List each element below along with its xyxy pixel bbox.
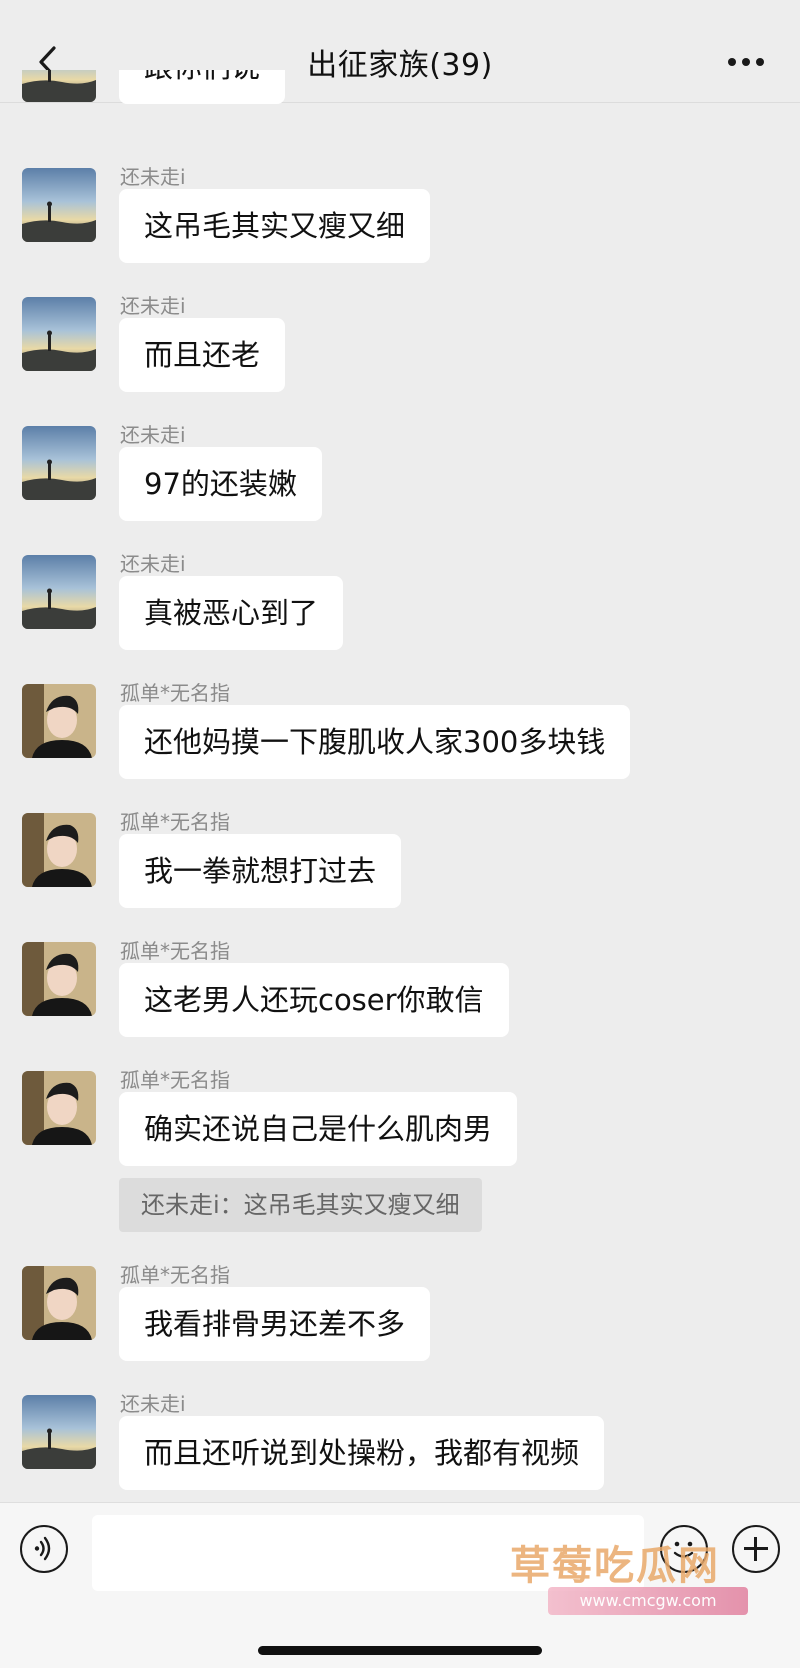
message-bubble[interactable]: 真被恶心到了 [119,576,344,650]
plus-icon[interactable] [732,1525,780,1573]
person-avatar[interactable] [22,684,96,758]
landscape-avatar[interactable] [22,168,96,242]
watermark-text: 草莓吃瓜网 [510,1543,720,1589]
sender-name: 还未走i [120,423,186,447]
sender-name: 孤单*无名指 [120,1263,230,1287]
message-bubble[interactable]: 97的还装嫩 [119,447,322,521]
sender-name: 孤单*无名指 [120,810,230,834]
quoted-message[interactable]: 还未走i：这吊毛其实又瘦又细 [119,1178,482,1232]
landscape-avatar[interactable] [22,70,96,102]
message-list[interactable]: 跟你们说 还未走i 这吊毛其实又瘦又细 还未走i 而且还老 还未走i 97的还装… [0,70,800,1502]
message-bubble[interactable]: 而且还听说到处操粉，我都有视频 [119,1416,605,1490]
landscape-avatar[interactable] [22,555,96,629]
landscape-avatar[interactable] [22,297,96,371]
sender-name: 孤单*无名指 [120,681,230,705]
person-avatar[interactable] [22,942,96,1016]
person-avatar[interactable] [22,1071,96,1145]
sender-name: 孤单*无名指 [120,1068,230,1092]
message-bubble[interactable]: 我看排骨男还差不多 [119,1287,431,1361]
watermark-url: www.cmcgw.com [548,1587,748,1615]
sender-name: 还未走i [120,1392,186,1416]
message-bubble[interactable]: 这老男人还玩coser你敢信 [119,963,509,1037]
person-avatar[interactable] [22,813,96,887]
voice-icon[interactable] [20,1525,68,1573]
message-bubble[interactable]: 而且还老 [119,318,286,392]
person-avatar[interactable] [22,1266,96,1340]
ellipsis-icon[interactable] [726,54,766,70]
sender-name: 还未走i [120,552,186,576]
message-bubble[interactable]: 我一拳就想打过去 [119,834,402,908]
sender-name: 孤单*无名指 [120,939,230,963]
message-bubble[interactable]: 这吊毛其实又瘦又细 [119,189,431,263]
message-bubble[interactable]: 跟你们说 [119,70,286,104]
message-bubble[interactable]: 还他妈摸一下腹肌收人家300多块钱 [119,705,631,779]
input-bar: 草莓吃瓜网 www.cmcgw.com [0,1502,800,1668]
landscape-avatar[interactable] [22,1395,96,1469]
sender-name: 还未走i [120,294,186,318]
sender-name: 还未走i [120,165,186,189]
home-indicator[interactable] [258,1646,542,1655]
landscape-avatar[interactable] [22,426,96,500]
message-bubble[interactable]: 确实还说自己是什么肌肉男 [119,1092,518,1166]
